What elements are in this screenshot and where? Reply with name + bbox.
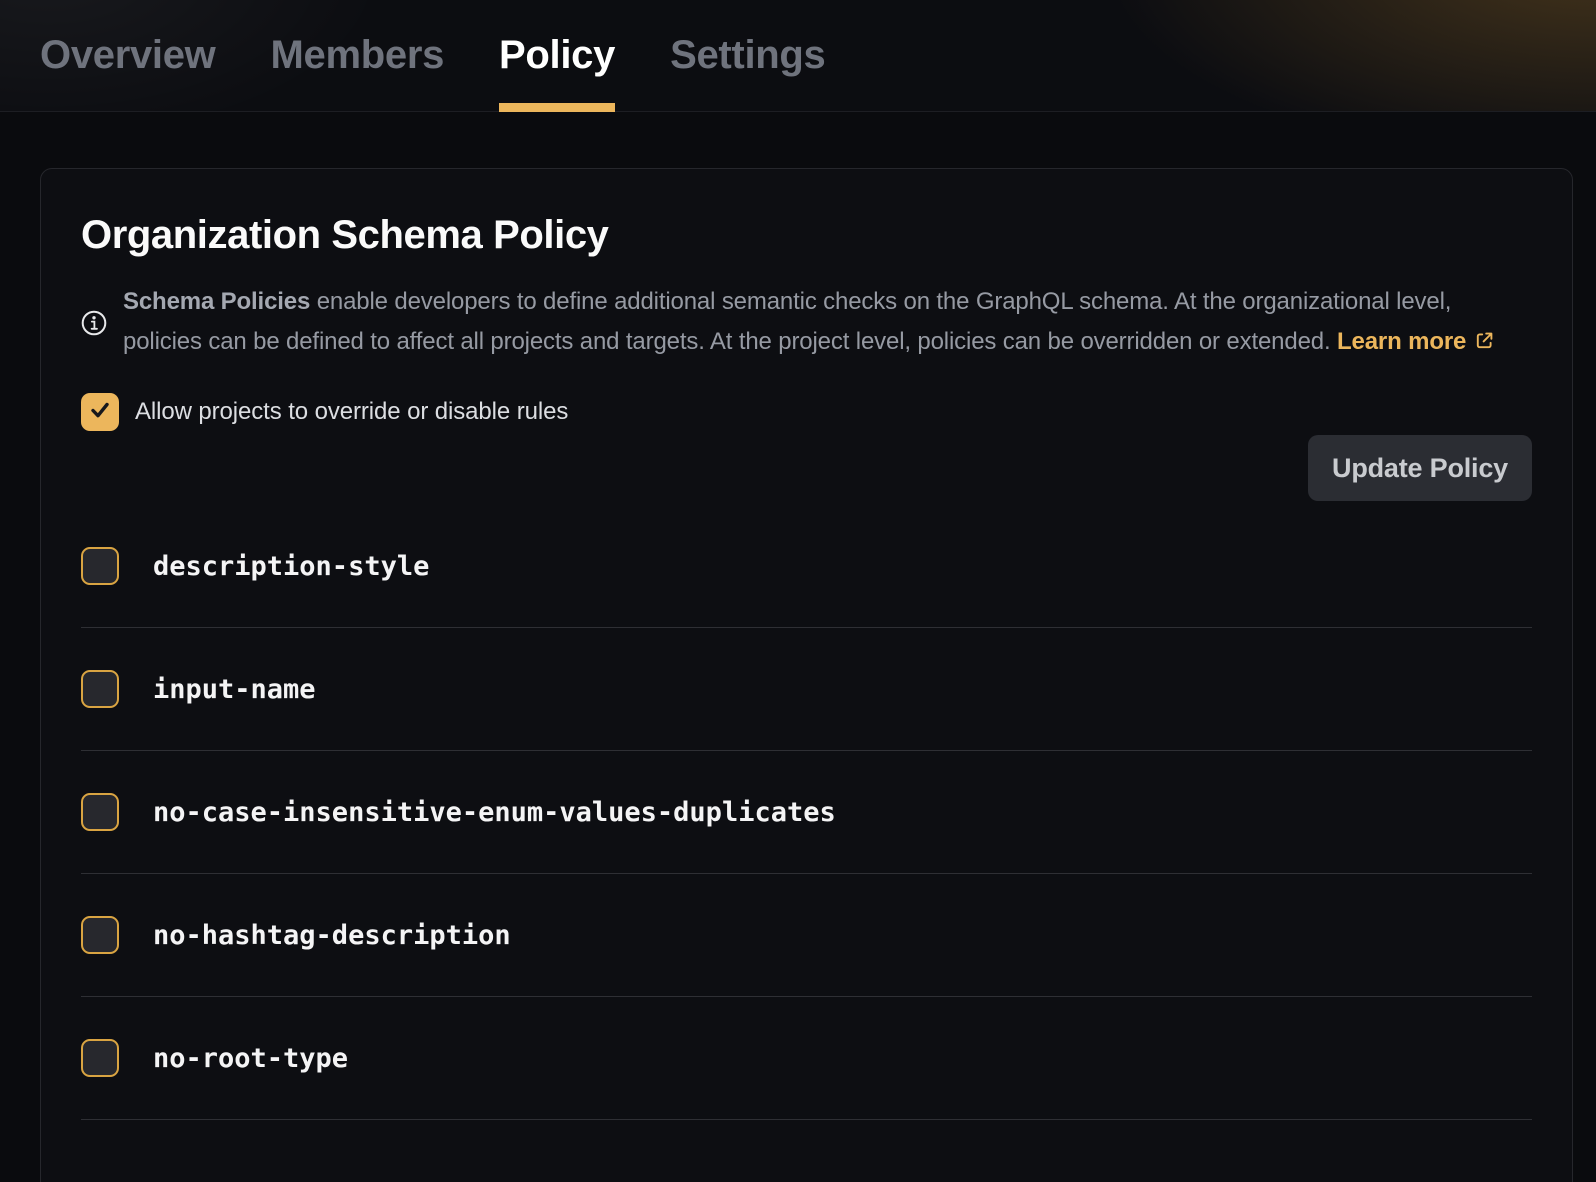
- rule-row: description-style: [81, 505, 1532, 628]
- tab-policy[interactable]: Policy: [499, 0, 615, 112]
- rule-checkbox[interactable]: [81, 1039, 119, 1077]
- learn-more-link[interactable]: Learn more: [1337, 328, 1495, 355]
- tab-members[interactable]: Members: [271, 0, 445, 112]
- rule-row: no-root-type: [81, 997, 1532, 1120]
- tab-bar: Overview Members Policy Settings: [0, 0, 1596, 112]
- rule-name: input-name: [153, 674, 316, 705]
- tab-settings[interactable]: Settings: [670, 0, 825, 112]
- update-policy-button[interactable]: Update Policy: [1308, 435, 1532, 501]
- policy-page: Organization Schema Policy Schema Polici…: [0, 168, 1596, 1182]
- rule-row: input-name: [81, 628, 1532, 751]
- rules-list: description-style input-name no-case-ins…: [81, 505, 1532, 1120]
- allow-override-checkbox[interactable]: [81, 393, 119, 431]
- rule-name: no-hashtag-description: [153, 920, 511, 951]
- rule-row: no-hashtag-description: [81, 874, 1532, 997]
- policy-description-body: enable developers to define additional s…: [123, 288, 1451, 355]
- policy-description-text: Schema Policies enable developers to def…: [123, 282, 1532, 363]
- allow-override-label: Allow projects to override or disable ru…: [135, 398, 568, 426]
- rule-name: no-root-type: [153, 1043, 348, 1074]
- tab-overview[interactable]: Overview: [40, 0, 216, 112]
- actions-row: Update Policy: [81, 435, 1532, 501]
- policy-description-lead: Schema Policies: [123, 288, 310, 315]
- page-title: Organization Schema Policy: [81, 213, 1532, 258]
- rule-checkbox[interactable]: [81, 670, 119, 708]
- rule-checkbox[interactable]: [81, 793, 119, 831]
- schema-policy-card: Organization Schema Policy Schema Polici…: [40, 168, 1573, 1182]
- rule-row: no-case-insensitive-enum-values-duplicat…: [81, 751, 1532, 874]
- external-link-icon: [1474, 324, 1495, 364]
- check-icon: [87, 397, 113, 428]
- rule-name: no-case-insensitive-enum-values-duplicat…: [153, 797, 836, 828]
- rule-checkbox[interactable]: [81, 547, 119, 585]
- rule-name: description-style: [153, 551, 429, 582]
- allow-override-row: Allow projects to override or disable ru…: [81, 393, 1532, 431]
- rule-checkbox[interactable]: [81, 916, 119, 954]
- info-icon: [81, 310, 107, 336]
- policy-description: Schema Policies enable developers to def…: [81, 282, 1532, 363]
